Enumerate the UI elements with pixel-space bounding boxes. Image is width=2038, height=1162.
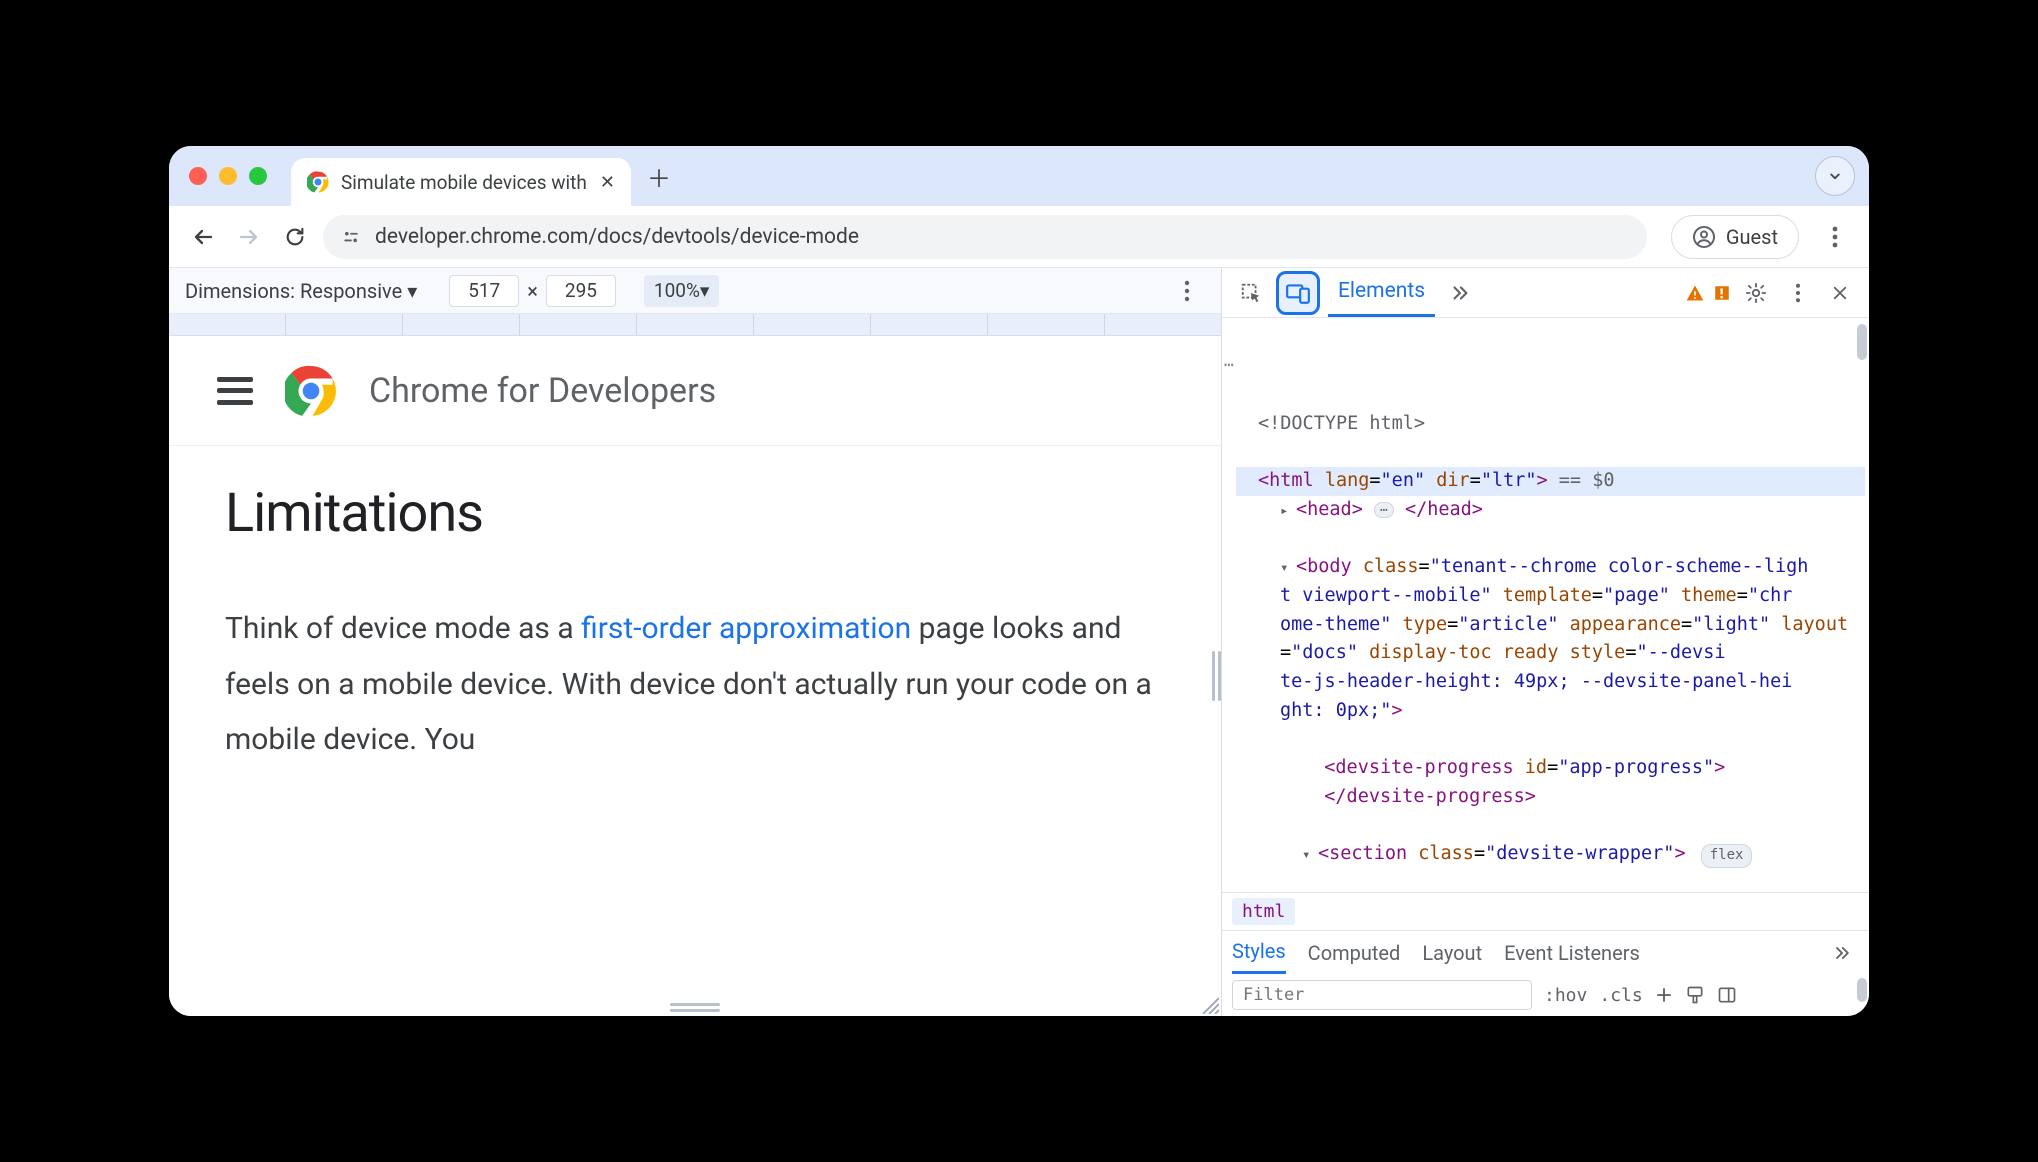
device-mode-pane: Dimensions: Responsive ▾ 517 × 295 100% … [169, 268, 1221, 1016]
devtools-menu-button[interactable] [1781, 276, 1815, 310]
dots-vertical-icon [1184, 280, 1190, 302]
toggle-sidebar-button[interactable] [1717, 985, 1737, 1005]
dots-vertical-icon [1795, 283, 1801, 303]
page-heading: Limitations [225, 482, 1165, 545]
chrome-favicon-icon [307, 171, 329, 193]
selected-line-indicator: ⋯ [1224, 353, 1235, 378]
toggle-device-button[interactable] [1276, 271, 1320, 315]
styles-tabbar: Styles Computed Layout Event Listeners [1222, 930, 1869, 974]
address-bar[interactable]: developer.chrome.com/docs/devtools/devic… [323, 215, 1647, 259]
tab-title: Simulate mobile devices with [341, 171, 587, 194]
warning-icon [1685, 283, 1705, 303]
device-toolbar: Dimensions: Responsive ▾ 517 × 295 100% … [169, 268, 1221, 314]
resize-handle-bottom[interactable] [665, 1002, 725, 1012]
dom-tree[interactable]: ⋯ <!DOCTYPE html> <html lang="en" dir="l… [1222, 318, 1869, 892]
window-controls [189, 167, 267, 185]
height-input[interactable]: 295 [546, 275, 616, 307]
inspect-icon [1240, 282, 1262, 304]
forward-button[interactable] [231, 219, 267, 255]
styles-scrollbar[interactable] [1857, 978, 1867, 1002]
gear-icon [1745, 282, 1767, 304]
close-icon [1831, 284, 1849, 302]
dimensions-dropdown[interactable]: Dimensions: Responsive ▾ [185, 279, 417, 303]
tab-styles[interactable]: Styles [1232, 931, 1286, 974]
devtools-settings-button[interactable] [1739, 276, 1773, 310]
rendered-page[interactable]: Chrome for Developers Limitations Think … [169, 336, 1221, 1016]
url-text: developer.chrome.com/docs/devtools/devic… [375, 225, 859, 249]
tab-close-button[interactable]: ✕ [600, 172, 615, 193]
chevron-down-icon [1826, 167, 1844, 185]
device-canvas: Chrome for Developers Limitations Think … [169, 336, 1221, 1016]
browser-toolbar: developer.chrome.com/docs/devtools/devic… [169, 206, 1869, 268]
profile-label: Guest [1726, 225, 1778, 249]
reload-button[interactable] [277, 219, 313, 255]
double-chevron-right-icon [1449, 282, 1471, 304]
back-button[interactable] [185, 219, 221, 255]
double-chevron-right-icon [1832, 943, 1852, 963]
styles-tabs-overflow[interactable] [1825, 936, 1859, 970]
resize-handle-right[interactable] [1211, 646, 1221, 706]
window-minimize-button[interactable] [219, 167, 237, 185]
page-link[interactable]: first-order approximation [581, 611, 911, 646]
tab-computed[interactable]: Computed [1308, 941, 1401, 965]
dom-scrollbar[interactable] [1857, 324, 1867, 360]
window-zoom-button[interactable] [249, 167, 267, 185]
devtools-panel: Elements [1221, 268, 1869, 1016]
browser-tab[interactable]: Simulate mobile devices with ✕ [291, 158, 631, 206]
site-settings-icon [341, 227, 361, 247]
dots-vertical-icon [1832, 226, 1838, 248]
styles-toolbar: :hov .cls [1222, 974, 1869, 1016]
browser-window: Simulate mobile devices with ✕ ＋ develop… [169, 146, 1869, 1016]
tab-strip: Simulate mobile devices with ✕ ＋ [169, 146, 1869, 206]
styles-filter-input[interactable] [1232, 980, 1532, 1010]
person-icon [1692, 225, 1716, 249]
tab-search-button[interactable] [1815, 156, 1855, 196]
warnings-indicator[interactable] [1685, 283, 1705, 303]
resize-handle-corner[interactable] [1199, 994, 1219, 1014]
width-input[interactable]: 517 [449, 275, 519, 307]
profile-button[interactable]: Guest [1671, 215, 1799, 259]
breadcrumb-item[interactable]: html [1232, 898, 1295, 925]
plus-icon [1655, 986, 1673, 1004]
devices-icon [1285, 280, 1311, 306]
arrow-left-icon [191, 225, 215, 249]
computed-styles-button[interactable] [1685, 985, 1705, 1005]
page-site-title: Chrome for Developers [369, 371, 716, 411]
page-header: Chrome for Developers [169, 336, 1221, 446]
browser-menu-button[interactable] [1817, 219, 1853, 255]
device-toolbar-menu[interactable] [1169, 273, 1205, 309]
tab-event-listeners[interactable]: Event Listeners [1504, 941, 1640, 965]
dimension-separator: × [527, 279, 538, 303]
page-body: Limitations Think of device mode as a fi… [169, 446, 1221, 804]
zoom-dropdown[interactable]: 100% ▾ [644, 275, 720, 307]
reload-icon [284, 226, 306, 248]
devtools-close-button[interactable] [1823, 276, 1857, 310]
tab-layout[interactable]: Layout [1422, 941, 1482, 965]
inspect-element-button[interactable] [1234, 276, 1268, 310]
new-tab-button[interactable]: ＋ [641, 158, 677, 194]
chrome-logo-icon [285, 365, 337, 417]
device-ruler[interactable] [169, 314, 1221, 336]
flag-icon [1713, 284, 1731, 302]
content-area: Dimensions: Responsive ▾ 517 × 295 100% … [169, 268, 1869, 1016]
hamburger-menu-button[interactable] [217, 377, 253, 405]
window-close-button[interactable] [189, 167, 207, 185]
cls-toggle[interactable]: .cls [1599, 985, 1642, 1006]
panel-icon [1717, 985, 1737, 1005]
new-style-rule-button[interactable] [1655, 986, 1673, 1004]
tabs-overflow-button[interactable] [1443, 276, 1477, 310]
page-paragraph: Think of device mode as a first-order ap… [225, 601, 1165, 768]
devtools-tabbar: Elements [1222, 268, 1869, 318]
brush-icon [1685, 985, 1705, 1005]
issues-indicator[interactable] [1713, 284, 1731, 302]
hov-toggle[interactable]: :hov [1544, 985, 1587, 1006]
dom-breadcrumb[interactable]: html [1222, 892, 1869, 930]
arrow-right-icon [237, 225, 261, 249]
tab-elements[interactable]: Elements [1328, 268, 1435, 317]
